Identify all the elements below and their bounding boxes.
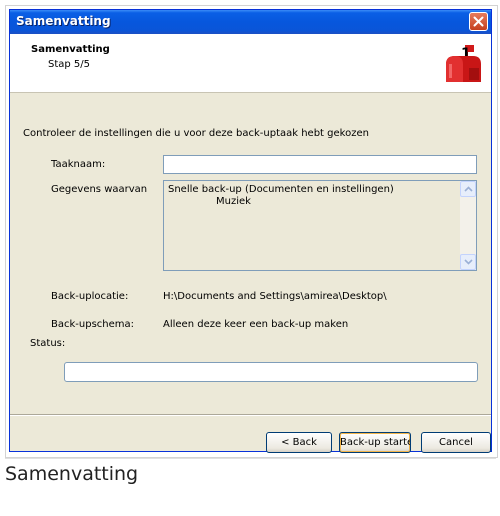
window-title: Samenvatting (16, 14, 111, 28)
close-icon (473, 16, 484, 27)
back-button[interactable]: < Back (266, 432, 332, 453)
vertical-scrollbar[interactable] (460, 181, 476, 270)
data-listbox[interactable]: Snelle back-up (Documenten en instelling… (163, 180, 477, 271)
schedule-value: Alleen deze keer een back-up maken (163, 319, 349, 330)
status-label: Status: (30, 338, 66, 349)
screenshot-frame: Samenvatting Samenvatting Stap 5/5 1 Con… (5, 5, 498, 458)
schedule-label: Back-upschema: (51, 319, 135, 330)
cancel-button[interactable]: Cancel (421, 432, 491, 453)
wizard-window: Samenvatting Samenvatting Stap 5/5 1 Con… (9, 9, 492, 453)
task-name-label: Taaknaam: (51, 159, 106, 170)
scroll-down-button[interactable] (460, 254, 476, 270)
location-value: H:\Documents and Settings\amirea\Desktop… (163, 291, 387, 302)
start-backup-button[interactable]: Back-up starten (339, 432, 411, 453)
chevron-down-icon (464, 259, 473, 265)
caption-divider (5, 458, 496, 459)
image-caption: Samenvatting (5, 463, 139, 485)
data-label: Gegevens waarvan (51, 184, 148, 195)
scroll-up-button[interactable] (460, 181, 476, 197)
instruction-text: Controleer de instellingen die u voor de… (23, 128, 369, 139)
location-label: Back-uplocatie: (51, 291, 129, 302)
list-item: Muziek (216, 196, 251, 207)
task-name-input[interactable] (163, 155, 477, 174)
list-item: Snelle back-up (Documenten en instelling… (168, 184, 394, 195)
status-field (64, 362, 478, 382)
header-title: Samenvatting (31, 44, 110, 55)
mailbox-icon: 1 (446, 45, 481, 82)
wizard-header: Samenvatting Stap 5/5 1 (10, 34, 491, 93)
footer-divider (10, 414, 491, 416)
close-button[interactable] (469, 12, 488, 31)
title-bar[interactable]: Samenvatting (10, 10, 491, 34)
header-step: Stap 5/5 (48, 59, 91, 70)
chevron-up-icon (464, 186, 473, 192)
